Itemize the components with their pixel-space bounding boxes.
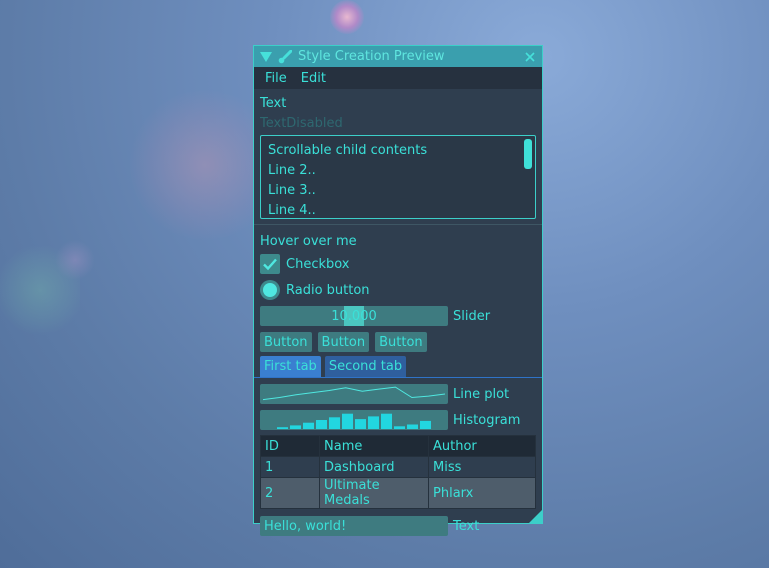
column-header-id[interactable]: ID [260, 435, 320, 457]
histogram-bar [368, 416, 379, 429]
window-content: Text TextDisabled Scrollable child conte… [254, 89, 542, 543]
hover-label[interactable]: Hover over me [260, 231, 536, 251]
text-input[interactable]: Hello, world! [260, 516, 448, 536]
scrollable-child[interactable]: Scrollable child contents Line 2.. Line … [260, 135, 536, 219]
scroll-line: Line 4.. [268, 203, 316, 218]
table-row[interactable]: 1 Dashboard Miss [260, 456, 536, 478]
input-row: Hello, world! Text [260, 513, 536, 539]
histogram-label: Histogram [453, 412, 521, 428]
slider-label: Slider [453, 308, 491, 324]
style-preview-window[interactable]: Style Creation Preview File Edit Text Te… [253, 45, 543, 536]
histogram-row: Histogram [260, 407, 536, 433]
table-cell: Miss [428, 456, 536, 478]
histogram-bar [303, 422, 314, 429]
histogram[interactable] [260, 410, 448, 430]
slider-row: 10.000 Slider [260, 303, 536, 329]
scroll-line: Scrollable child contents [268, 143, 428, 158]
histogram-bar [342, 413, 353, 429]
histogram-bar [381, 413, 392, 429]
text-disabled-label: TextDisabled [260, 115, 343, 131]
radio-label: Radio button [286, 282, 370, 298]
button-2[interactable]: Button [317, 332, 370, 352]
tab-first[interactable]: First tab [260, 356, 321, 377]
scrollbar-thumb[interactable] [524, 139, 532, 169]
close-icon[interactable] [524, 51, 536, 63]
table-row[interactable]: 2 Ultimate Medals Phlarx [260, 477, 536, 509]
scroll-line: Line 3.. [268, 183, 316, 198]
background-bokeh [55, 240, 95, 280]
radio-dot [263, 283, 277, 297]
histogram-bar [394, 426, 405, 429]
tab-bar: First tab Second tab [254, 355, 542, 378]
button-3[interactable]: Button [375, 332, 427, 352]
table-cell: 1 [260, 456, 320, 478]
table-cell: 2 [260, 477, 320, 509]
scroll-line: Line 2.. [268, 163, 316, 178]
table-cell: Phlarx [428, 477, 536, 509]
checkbox[interactable] [260, 254, 280, 274]
column-header-author[interactable]: Author [428, 435, 536, 457]
line-plot-row: Line plot [260, 381, 536, 407]
histogram-bar [329, 417, 340, 429]
column-header-name[interactable]: Name [319, 435, 429, 457]
background-bokeh [0, 245, 80, 335]
window-title-bar[interactable]: Style Creation Preview [254, 46, 542, 67]
radio-button[interactable] [260, 280, 280, 300]
histogram-bar [407, 424, 418, 429]
button-1[interactable]: Button [260, 332, 312, 352]
menu-edit[interactable]: Edit [294, 71, 333, 86]
table-cell: Ultimate Medals [319, 477, 429, 509]
tab-second[interactable]: Second tab [324, 356, 407, 377]
data-table: ID Name Author 1 Dashboard Miss 2 Ultima… [260, 435, 536, 509]
table-cell: Dashboard [319, 456, 429, 478]
separator [254, 224, 542, 225]
collapse-triangle-icon[interactable] [260, 51, 272, 62]
window-title: Style Creation Preview [298, 49, 445, 64]
line-plot-label: Line plot [453, 386, 510, 402]
background-bokeh [330, 0, 364, 34]
histogram-bar [290, 425, 301, 429]
line-plot[interactable] [260, 384, 448, 404]
histogram-bar [277, 427, 288, 429]
slider-value: 10.000 [331, 308, 377, 324]
table-header: ID Name Author [260, 435, 536, 457]
text-label: Text [260, 95, 287, 111]
checkbox-row[interactable]: Checkbox [260, 251, 536, 277]
paintbrush-icon [278, 49, 292, 63]
line-plot-series [262, 386, 446, 401]
menu-bar: File Edit [254, 67, 542, 89]
slider[interactable]: 10.000 [260, 306, 448, 326]
radio-row[interactable]: Radio button [260, 277, 536, 303]
checkbox-label: Checkbox [286, 256, 350, 272]
input-label: Text [453, 518, 480, 534]
histogram-bar [355, 419, 366, 429]
menu-file[interactable]: File [258, 71, 294, 86]
checkmark-icon [263, 258, 277, 271]
histogram-bar [316, 420, 327, 429]
resize-grip[interactable] [529, 510, 542, 523]
buttons-row: Button Button Button [260, 329, 536, 355]
histogram-bar [420, 420, 431, 429]
